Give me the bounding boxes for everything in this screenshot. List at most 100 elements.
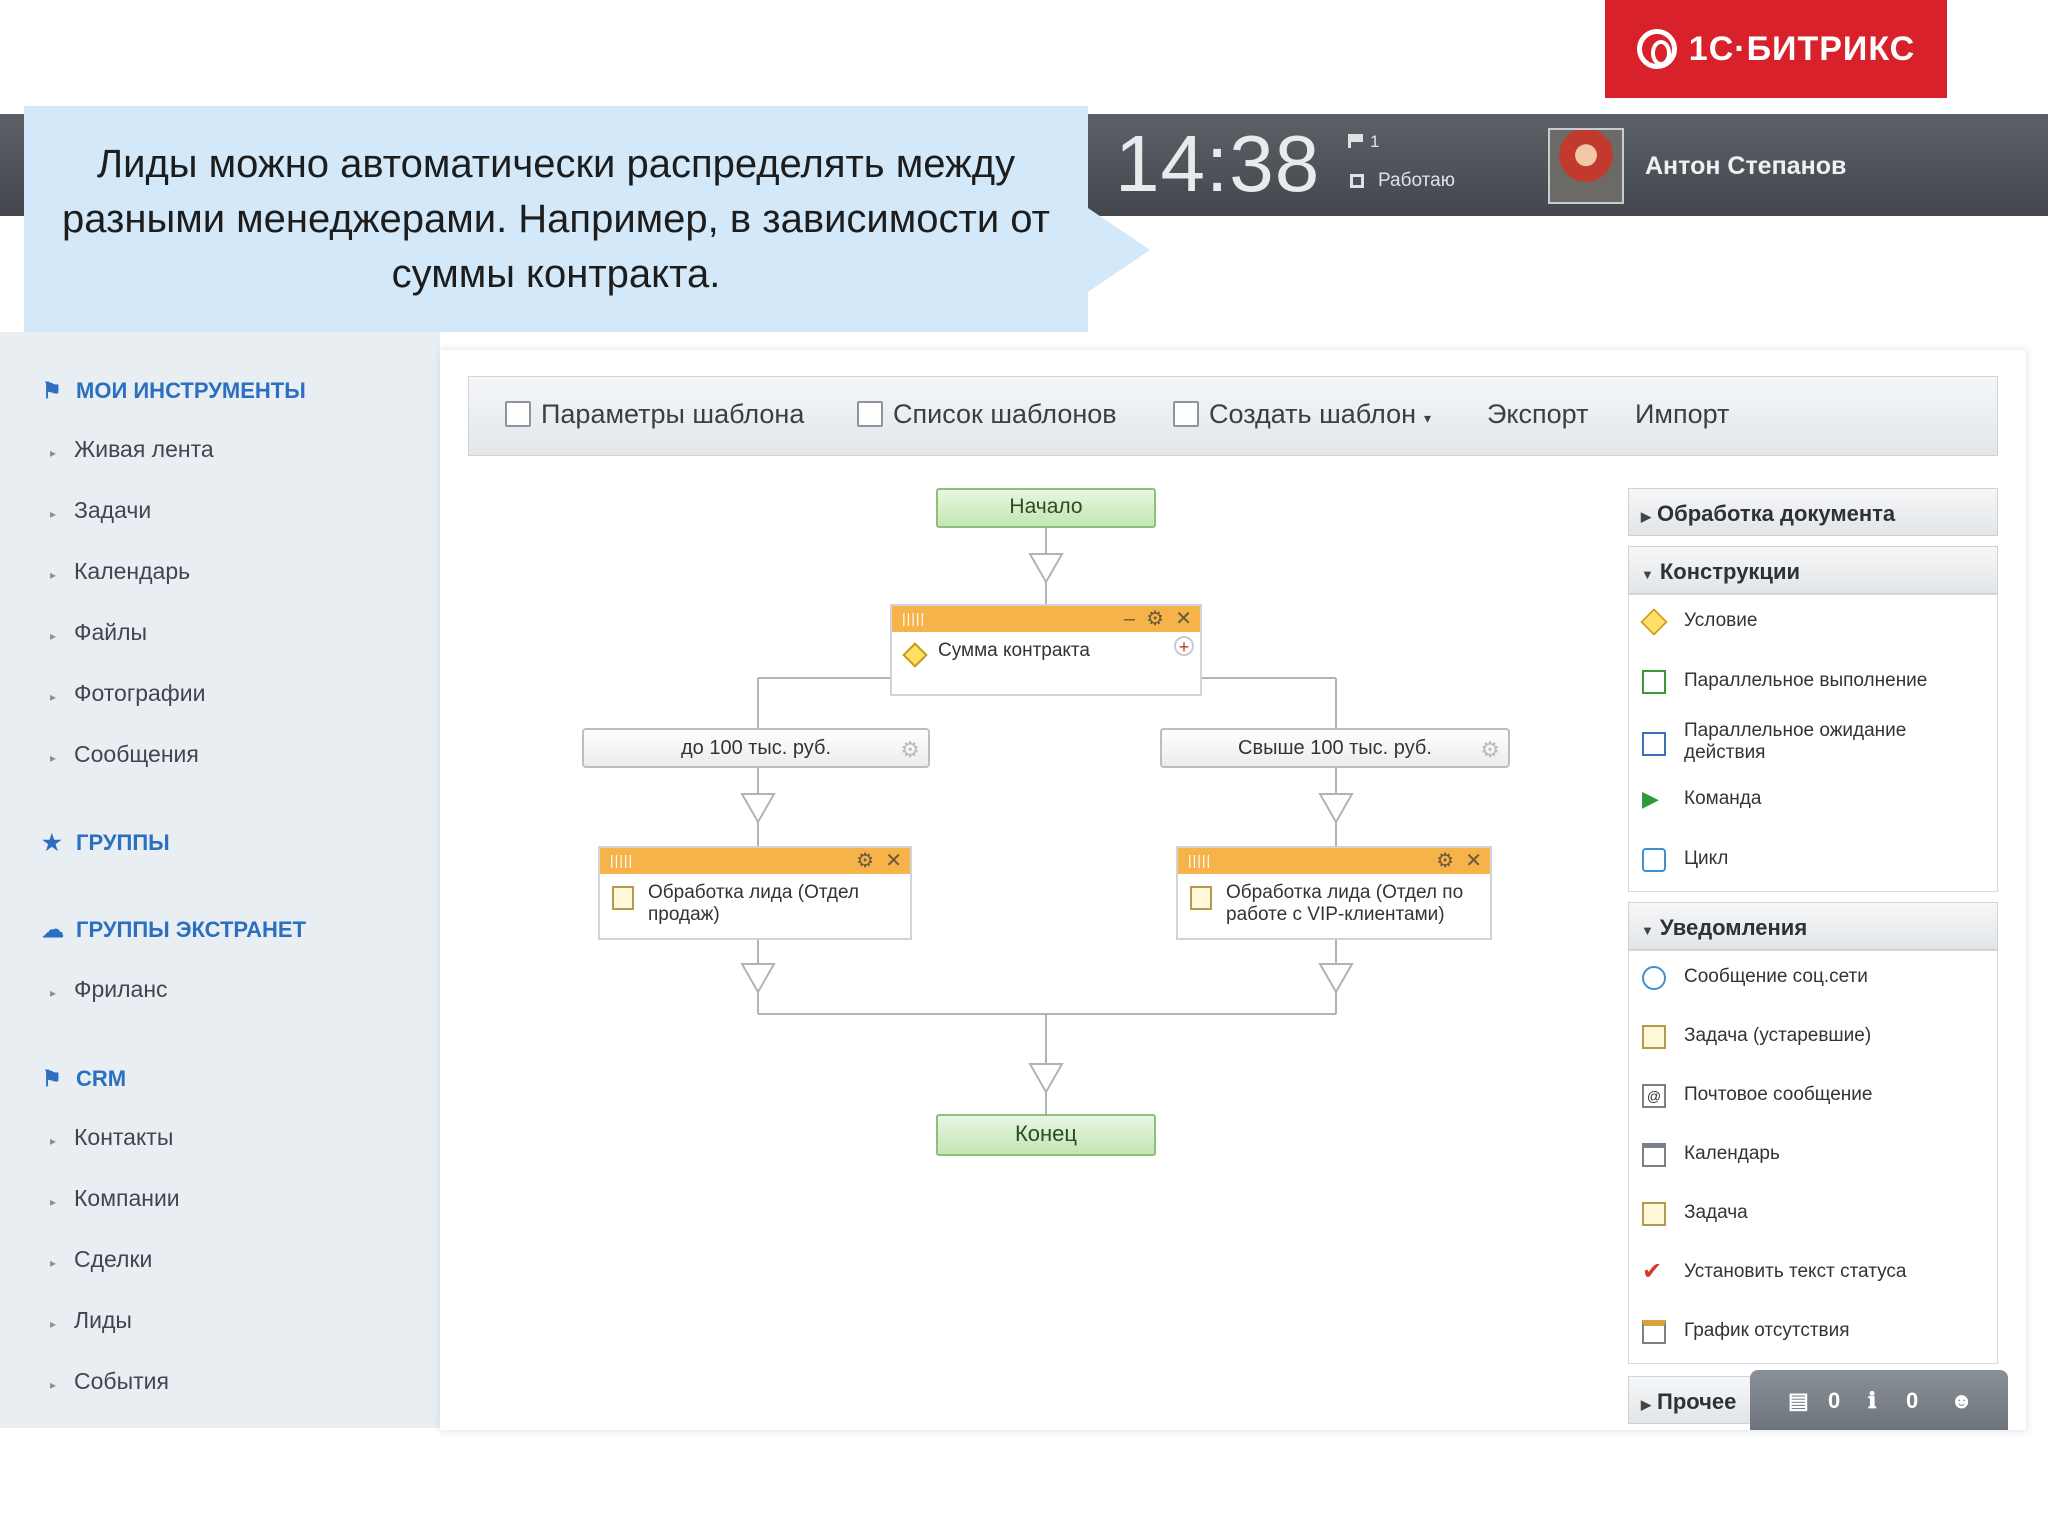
sidebar-item-files[interactable]: ▸ Файлы	[50, 619, 147, 646]
minimize-icon[interactable]: –	[1124, 608, 1135, 630]
callout-text: Лиды можно автоматически распределять ме…	[62, 141, 1050, 296]
branch-left-condition[interactable]: до 100 тыс. руб. ⚙	[582, 728, 930, 768]
flow-end-node[interactable]: Конец	[936, 1114, 1156, 1156]
email-icon: @	[1642, 1084, 1666, 1108]
logo-text: 1С·БИТРИКС	[1688, 29, 1916, 68]
chevron-down-icon: ▼	[1641, 923, 1654, 938]
block-header[interactable]: ||||| ⚙ ✕	[1178, 848, 1490, 874]
condition-icon	[902, 642, 928, 668]
chevron-right-icon: ▸	[50, 1378, 57, 1392]
drag-handle-icon[interactable]: |||||	[902, 610, 925, 626]
avatar[interactable]	[1548, 128, 1624, 204]
gear-icon[interactable]: ⚙	[856, 850, 874, 872]
command-icon: ▶	[1642, 786, 1659, 811]
new-document-icon	[1173, 401, 1199, 427]
chevron-right-icon: ▸	[50, 629, 57, 643]
flow-condition-block[interactable]: ||||| – ⚙ ✕ Сумма контракта +	[890, 604, 1202, 696]
task-icon	[1642, 1202, 1666, 1226]
work-status[interactable]: Работаю	[1378, 170, 1455, 192]
palette-constructs-header[interactable]: ▼ Конструкции	[1628, 546, 1998, 594]
export-button[interactable]: Экспорт	[1487, 399, 1588, 430]
branch-right-condition[interactable]: Свыше 100 тыс. руб. ⚙	[1160, 728, 1510, 768]
chevron-down-icon: ▾	[1424, 410, 1432, 426]
import-button[interactable]: Импорт	[1635, 399, 1729, 430]
messages-icon[interactable]: ▤	[1788, 1388, 1809, 1414]
block-header[interactable]: ||||| ⚙ ✕	[600, 848, 910, 874]
chevron-down-icon: ▼	[1641, 567, 1654, 582]
status-checkbox[interactable]	[1350, 174, 1364, 188]
bookmark-icon: ⚑	[42, 378, 62, 403]
flow-action-left[interactable]: ||||| ⚙ ✕ Обработка лида (Отдел продаж)	[598, 846, 912, 940]
palette-other[interactable]: ▶ Прочее	[1628, 1376, 1768, 1424]
gear-icon[interactable]: ⚙	[1146, 608, 1164, 630]
sidebar-item-messages[interactable]: ▸ Сообщения	[50, 741, 199, 768]
flow-arrow	[1318, 793, 1354, 825]
loop-icon	[1642, 848, 1666, 872]
action-right-label: Обработка лида (Отдел по работе с VIP-кл…	[1226, 882, 1464, 925]
drag-handle-icon[interactable]: |||||	[1188, 852, 1211, 868]
add-branch-icon[interactable]: +	[1174, 636, 1194, 656]
flow-start-node[interactable]: Начало	[936, 488, 1156, 528]
bitrix-logo-icon	[1636, 29, 1677, 69]
chevron-right-icon: ▸	[50, 690, 57, 704]
callout-tail	[1088, 208, 1150, 292]
user-name[interactable]: Антон Степанов	[1645, 152, 1846, 181]
palette-notifications-header[interactable]: ▼ Уведомления	[1628, 902, 1998, 950]
sidebar-section-groups[interactable]: ★ ГРУППЫ	[42, 830, 170, 856]
block-header[interactable]: ||||| – ⚙ ✕	[892, 606, 1200, 632]
sidebar-section-extranet[interactable]: ☁ ГРУППЫ ЭКСТРАНЕТ	[42, 917, 306, 943]
parallel-icon	[1642, 670, 1666, 694]
block-body: Обработка лида (Отдел продаж)	[600, 874, 910, 932]
contacts-icon[interactable]: ☻	[1950, 1388, 1973, 1414]
sidebar-item-events[interactable]: ▸ События	[50, 1368, 169, 1395]
flow-arrow	[740, 963, 776, 995]
close-icon[interactable]: ✕	[885, 850, 902, 872]
drag-handle-icon[interactable]: |||||	[610, 852, 633, 868]
sidebar-item-photos[interactable]: ▸ Фотографии	[50, 680, 205, 707]
group-icon: ★	[42, 830, 62, 855]
close-icon[interactable]: ✕	[1175, 608, 1192, 630]
cloud-icon: ☁	[42, 917, 64, 942]
clock: 14:38	[1115, 119, 1321, 208]
block-controls: ⚙ ✕	[856, 848, 902, 873]
sidebar-item-deals[interactable]: ▸ Сделки	[50, 1246, 152, 1273]
callout-bubble: Лиды можно автоматически распределять ме…	[24, 106, 1088, 332]
template-params-button[interactable]: Параметры шаблона	[505, 399, 804, 430]
close-icon[interactable]: ✕	[1465, 850, 1482, 872]
notifications-count: 0	[1906, 1388, 1919, 1413]
flag-icon[interactable]	[1348, 134, 1367, 148]
task-icon	[612, 886, 634, 910]
block-controls: – ⚙ ✕	[1124, 606, 1192, 631]
settings-document-icon	[505, 401, 531, 427]
chevron-right-icon: ▸	[50, 1195, 57, 1209]
create-template-button[interactable]: Создать шаблон ▾	[1173, 399, 1431, 430]
toolbar: Параметры шаблона Список шаблонов Создат…	[468, 376, 1998, 456]
sidebar-section-my-tools[interactable]: ⚑ МОИ ИНСТРУМЕНТЫ	[42, 378, 306, 404]
chevron-right-icon: ▸	[50, 568, 57, 582]
block-body: Обработка лида (Отдел по работе с VIP-кл…	[1178, 874, 1490, 932]
palette-doc-processing[interactable]: ▶ Обработка документа	[1628, 488, 1998, 536]
bottom-status-bar: ▤ 0 ℹ 0 ☻	[1750, 1370, 2008, 1430]
sidebar-item-live-feed[interactable]: ▸ Живая лента	[50, 436, 214, 463]
flow-action-right[interactable]: ||||| ⚙ ✕ Обработка лида (Отдел по работ…	[1176, 846, 1492, 940]
sidebar-item-calendar[interactable]: ▸ Календарь	[50, 558, 190, 585]
info-icon[interactable]: ℹ	[1868, 1388, 1876, 1414]
gear-icon[interactable]: ⚙	[1480, 732, 1500, 768]
sidebar-item-contacts[interactable]: ▸ Контакты	[50, 1124, 173, 1151]
template-list-button[interactable]: Список шаблонов	[857, 399, 1117, 430]
sidebar-item-freelance[interactable]: ▸ Фриланс	[50, 976, 168, 1003]
gear-icon[interactable]: ⚙	[900, 732, 920, 768]
action-left-label: Обработка лида (Отдел продаж)	[648, 882, 860, 925]
chevron-right-icon: ▸	[50, 1134, 57, 1148]
sidebar-item-companies[interactable]: ▸ Компании	[50, 1185, 180, 1212]
chevron-right-icon: ▸	[50, 751, 57, 765]
parallel-wait-icon	[1642, 732, 1666, 756]
condition-label: Сумма контракта	[938, 640, 1090, 661]
block-controls: ⚙ ✕	[1436, 848, 1482, 873]
gear-icon[interactable]: ⚙	[1436, 850, 1454, 872]
sidebar-item-tasks[interactable]: ▸ Задачи	[50, 497, 151, 524]
sidebar-section-crm[interactable]: ⚑ CRM	[42, 1066, 126, 1092]
sidebar-item-leads[interactable]: ▸ Лиды	[50, 1307, 132, 1334]
flag-count: 1	[1370, 132, 1380, 151]
calendar-icon	[1642, 1143, 1666, 1167]
